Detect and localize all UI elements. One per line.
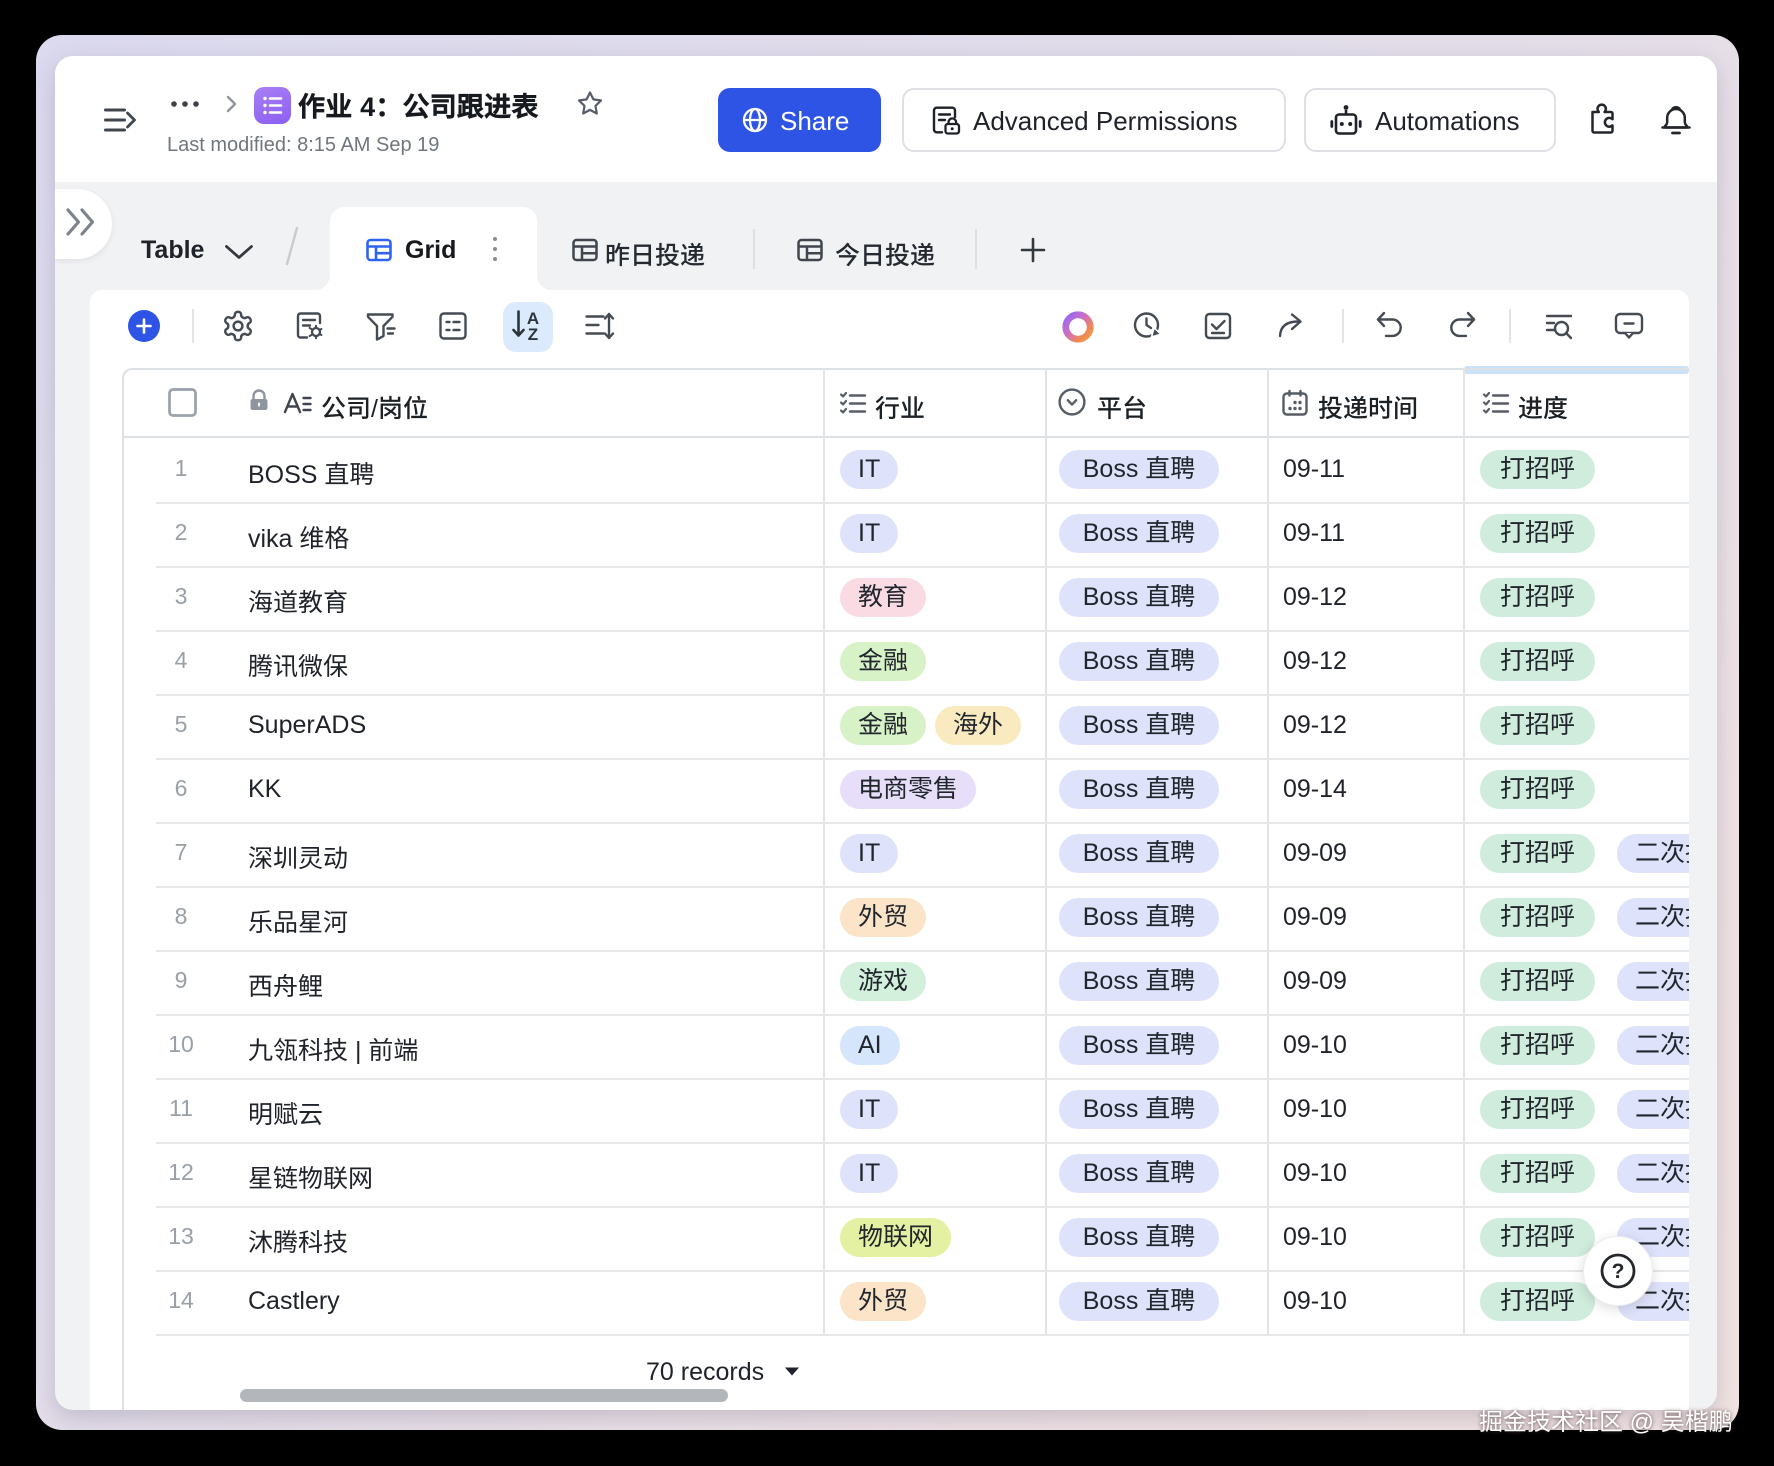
svg-text:?: ? xyxy=(1612,1260,1625,1283)
svg-text:Z: Z xyxy=(528,325,538,343)
